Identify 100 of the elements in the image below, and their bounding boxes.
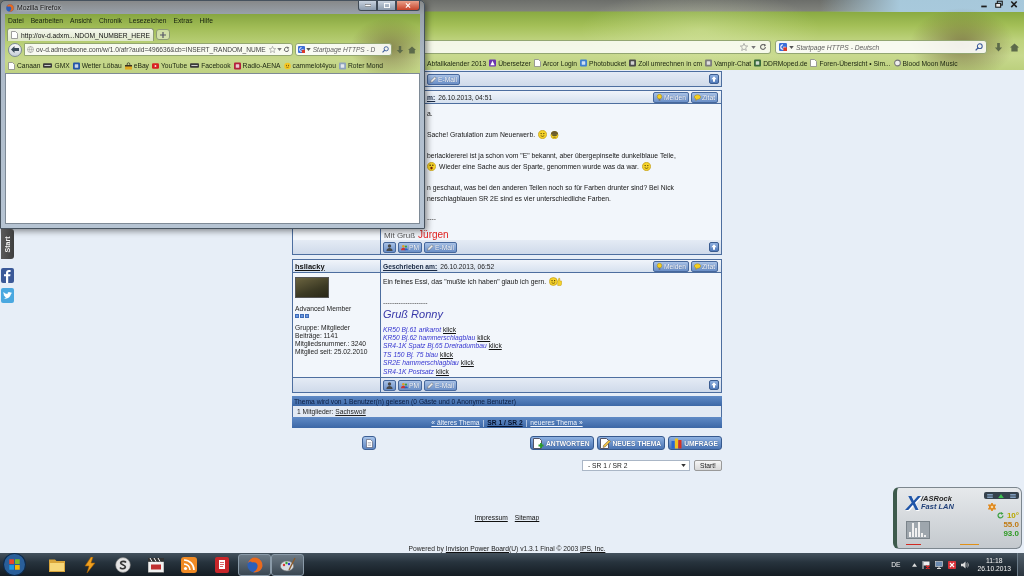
page-icon: [810, 59, 818, 67]
gadget-reading: 55.0: [1003, 520, 1019, 529]
search-icon[interactable]: [381, 46, 389, 53]
f-tile-icon[interactable]: [1, 268, 14, 283]
back-arrow-icon: [11, 46, 19, 53]
logo-mark-icon: [190, 63, 200, 68]
play-icon: [151, 61, 159, 70]
back-to-top-button[interactable]: [709, 242, 719, 252]
pencil-icon: [427, 381, 435, 389]
gadget-reading: 93.0: [1003, 529, 1019, 538]
reload-icon[interactable]: [282, 46, 290, 53]
address-field[interactable]: [425, 40, 771, 54]
smiley-icon: [538, 130, 548, 139]
document-icon: [365, 438, 373, 448]
caret-icon[interactable]: [911, 562, 917, 567]
refresh-icon: [996, 512, 1004, 519]
profile-button[interactable]: [383, 241, 396, 253]
list-icon[interactable]: [1010, 493, 1017, 498]
indicator-line: [960, 544, 979, 545]
avatar-photo-placeholder: [295, 277, 329, 298]
document-icon[interactable]: [213, 556, 230, 573]
taskbar-button[interactable]: [271, 553, 304, 576]
smiley-icon: [283, 61, 291, 70]
caret-icon: [681, 463, 686, 467]
crossed-tile-icon[interactable]: [947, 560, 956, 569]
close-button[interactable]: [396, 1, 420, 11]
palette-brush-icon: [279, 556, 296, 573]
show-desktop-button[interactable]: [1017, 552, 1024, 576]
windows-orb-icon[interactable]: [3, 553, 26, 576]
speech-bubble-icon: [694, 93, 701, 101]
search-engine-icon[interactable]: [779, 43, 787, 51]
close-icon[interactable]: [1008, 0, 1020, 9]
flag-icon[interactable]: [921, 560, 930, 569]
maximize-button[interactable]: [377, 1, 396, 11]
caret-icon[interactable]: [789, 45, 794, 49]
taskbar-button[interactable]: [238, 553, 271, 576]
ring-icon: [893, 59, 901, 67]
gadget-logo-letter: X: [906, 492, 920, 513]
globe-icon: [246, 556, 263, 573]
document-plus-icon: [533, 437, 545, 449]
smiley-icon: [641, 162, 651, 171]
minimize-button[interactable]: [358, 1, 377, 11]
home-icon[interactable]: [1010, 42, 1019, 52]
home-icon[interactable]: [407, 45, 416, 54]
up-arrow-icon: [711, 76, 717, 82]
globe-icon: [6, 3, 14, 12]
logo-mark-icon: [43, 63, 53, 68]
tile-icon: [705, 59, 713, 67]
monitor-icon[interactable]: [934, 560, 943, 569]
pencil-icon: [427, 243, 435, 251]
back-button[interactable]: [8, 42, 22, 57]
search-engine-icon[interactable]: [297, 46, 305, 53]
s-disc-icon[interactable]: [114, 556, 131, 573]
back-to-top-button[interactable]: [709, 380, 719, 390]
restore-icon[interactable]: [993, 0, 1005, 9]
document-button[interactable]: [362, 436, 376, 450]
tile-icon: [233, 61, 241, 70]
up-arrow-icon: [711, 244, 717, 250]
plus-icon: [159, 31, 166, 38]
search-icon[interactable]: [975, 43, 983, 51]
speaker-icon[interactable]: [960, 560, 969, 569]
tile-icon: [629, 59, 637, 67]
signature-name: Gruß Ronny: [383, 308, 443, 321]
document-pencil-icon: [599, 437, 611, 449]
list-icon[interactable]: [986, 493, 993, 498]
person-icon: [386, 243, 393, 251]
signature-text: Mit Gruß: [384, 230, 416, 241]
indicator-line: [906, 544, 921, 545]
signature-name: Jürgen: [418, 229, 449, 240]
lightbulb-icon: [656, 93, 664, 101]
maximize-icon: [383, 3, 390, 8]
minimize-icon: [364, 3, 371, 8]
reload-icon[interactable]: [759, 43, 767, 51]
bird-tile-icon[interactable]: [1, 288, 14, 303]
clapperboard-icon[interactable]: [147, 556, 164, 573]
caret-icon[interactable]: [305, 48, 311, 51]
triangle-tile-icon: [489, 59, 497, 67]
profile-button[interactable]: [383, 379, 396, 391]
star-icon[interactable]: [268, 46, 276, 53]
tile-icon: [580, 59, 588, 67]
speech-bubble-icon: [694, 262, 701, 270]
shocked-smiley-icon: [427, 162, 436, 171]
triangle-icon[interactable]: [998, 493, 1005, 498]
tile-icon: [72, 61, 80, 70]
page-icon: [11, 31, 18, 39]
download-arrow-icon[interactable]: [994, 42, 1003, 52]
gadget-reading: 10°: [1006, 511, 1019, 520]
back-to-top-button[interactable]: [709, 74, 719, 84]
rss-icon[interactable]: [180, 556, 197, 573]
star-icon[interactable]: [740, 43, 748, 51]
people-icon: [401, 243, 408, 251]
page-icon: [533, 59, 541, 67]
page-icon: [8, 61, 15, 70]
pencil-icon: [430, 75, 437, 83]
lightning-icon[interactable]: [81, 556, 98, 573]
new-tab-button[interactable]: [155, 29, 170, 40]
helmet-smiley-icon: [550, 130, 560, 139]
people-icon: [401, 381, 408, 389]
person-icon: [386, 381, 393, 389]
close-icon: [405, 3, 411, 8]
